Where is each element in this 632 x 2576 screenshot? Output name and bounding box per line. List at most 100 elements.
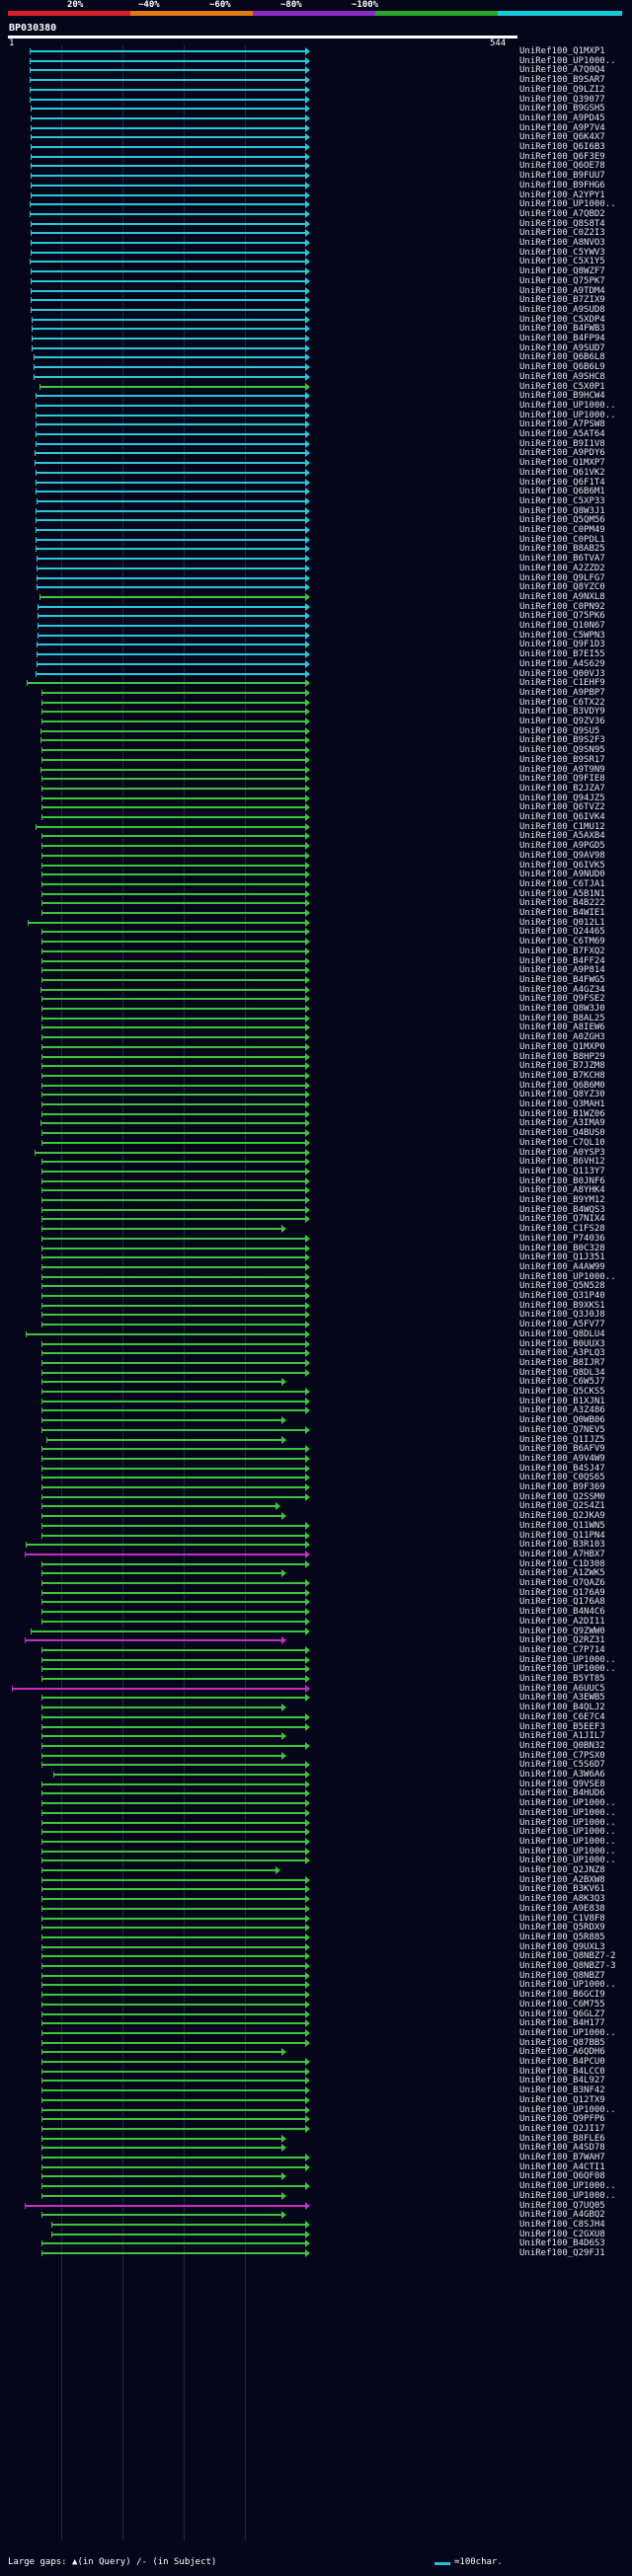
hit-label[interactable]: UniRef100_Q7UQ05 xyxy=(519,2201,605,2211)
hit-row[interactable] xyxy=(41,2095,310,2104)
hit-label[interactable]: UniRef100_Q9FSE2 xyxy=(519,994,605,1004)
hit-row[interactable] xyxy=(31,172,310,181)
hit-row[interactable] xyxy=(41,947,310,955)
hit-row[interactable] xyxy=(41,1378,286,1387)
hit-label[interactable]: UniRef100_A9T9N9 xyxy=(519,765,605,775)
hit-label[interactable]: UniRef100_B9FUU7 xyxy=(519,171,605,181)
hit-row[interactable] xyxy=(41,871,310,879)
hit-label[interactable]: UniRef100_B7KCH8 xyxy=(519,1071,605,1081)
hit-row[interactable] xyxy=(35,535,310,544)
hit-row[interactable] xyxy=(31,181,310,189)
hit-row[interactable] xyxy=(35,468,310,477)
hit-label[interactable]: UniRef100_A7Q0Q4 xyxy=(519,65,605,75)
hit-row[interactable] xyxy=(41,1091,310,1099)
hit-label[interactable]: UniRef100_C6TJA1 xyxy=(519,879,605,889)
hit-row[interactable] xyxy=(41,1751,286,1760)
hit-row[interactable] xyxy=(41,1512,286,1521)
hit-row[interactable] xyxy=(41,2115,310,2124)
hit-label[interactable]: UniRef100_A2BXW8 xyxy=(519,1875,605,1885)
hit-label[interactable]: UniRef100_A8IEW6 xyxy=(519,1023,605,1032)
hit-row[interactable] xyxy=(35,392,310,401)
hit-row[interactable] xyxy=(41,1100,310,1108)
hit-label[interactable]: UniRef100_B4B222 xyxy=(519,898,605,908)
hit-label[interactable]: UniRef100_C1V8F8 xyxy=(519,1914,605,1924)
hit-label[interactable]: UniRef100_Q1MXP0 xyxy=(519,1042,605,1052)
hit-row[interactable] xyxy=(41,1071,310,1080)
hit-label[interactable]: UniRef100_B4D6S3 xyxy=(519,2238,605,2248)
hit-label[interactable]: UniRef100_A4S629 xyxy=(519,659,605,669)
hit-row[interactable] xyxy=(41,2239,310,2248)
hit-label[interactable]: UniRef100_UP1000.. xyxy=(519,1818,616,1828)
hit-label[interactable]: UniRef100_C5S6D7 xyxy=(519,1760,605,1770)
hit-row[interactable] xyxy=(12,1684,310,1693)
hit-label[interactable]: UniRef100_C5XDP4 xyxy=(519,315,605,325)
hit-label[interactable]: UniRef100_B9S2F3 xyxy=(519,735,605,745)
hit-label[interactable]: UniRef100_Q12TX9 xyxy=(519,2095,605,2105)
hit-row[interactable] xyxy=(31,305,310,314)
hit-row[interactable] xyxy=(24,1636,286,1645)
hit-label[interactable]: UniRef100_Q8NBZ7 xyxy=(519,1971,605,1981)
hit-row[interactable] xyxy=(41,1665,310,1674)
hit-row[interactable] xyxy=(41,899,310,908)
hit-row[interactable] xyxy=(30,47,310,55)
hit-label[interactable]: UniRef100_Q31P40 xyxy=(519,1291,605,1301)
hit-row[interactable] xyxy=(41,1895,310,1904)
hit-row[interactable] xyxy=(35,439,310,448)
hit-row[interactable] xyxy=(41,1176,310,1185)
hit-label[interactable]: UniRef100_Q6F1T4 xyxy=(519,478,605,488)
hit-label[interactable]: UniRef100_UP1000.. xyxy=(519,1272,616,1282)
hit-label[interactable]: UniRef100_Q113Y7 xyxy=(519,1167,605,1176)
hit-label[interactable]: UniRef100_C8SJH4 xyxy=(519,2220,605,2230)
hit-row[interactable] xyxy=(41,1914,310,1923)
hit-label[interactable]: UniRef100_Q6B6M0 xyxy=(519,1081,605,1091)
hit-row[interactable] xyxy=(41,2211,286,2220)
hit-row[interactable] xyxy=(41,2162,310,2171)
hit-row[interactable] xyxy=(41,1741,310,1750)
hit-label[interactable]: UniRef100_B9GSH5 xyxy=(519,104,605,114)
hit-label[interactable]: UniRef100_B1WZ06 xyxy=(519,1109,605,1119)
hit-row[interactable] xyxy=(41,1406,310,1415)
hit-row[interactable] xyxy=(35,822,310,831)
hit-label[interactable]: UniRef100_UP1000.. xyxy=(519,1847,616,1856)
hit-label[interactable]: UniRef100_Q8W3J1 xyxy=(519,506,605,516)
hit-label[interactable]: UniRef100_Q6K4X7 xyxy=(519,132,605,142)
hit-label[interactable]: UniRef100_A5B1N1 xyxy=(519,889,605,899)
hit-label[interactable]: UniRef100_Q4BUS0 xyxy=(519,1128,605,1138)
hit-label[interactable]: UniRef100_A2DI11 xyxy=(519,1617,605,1627)
hit-row[interactable] xyxy=(41,1388,310,1396)
hit-label[interactable]: UniRef100_C0PDL1 xyxy=(519,535,605,545)
hit-label[interactable]: UniRef100_B1XJN1 xyxy=(519,1397,605,1406)
hit-row[interactable] xyxy=(41,1349,310,1358)
hit-label[interactable]: UniRef100_A9SHC8 xyxy=(519,372,605,382)
hit-row[interactable] xyxy=(41,1531,310,1540)
hit-label[interactable]: UniRef100_Q11WN5 xyxy=(519,1521,605,1531)
hit-row[interactable] xyxy=(31,143,310,151)
hit-label[interactable]: UniRef100_UP1000.. xyxy=(519,1664,616,1674)
hit-row[interactable] xyxy=(41,842,310,851)
hit-row[interactable] xyxy=(41,2172,286,2181)
hit-label[interactable]: UniRef100_Q6QF08 xyxy=(519,2171,605,2181)
hit-row[interactable] xyxy=(41,2086,310,2095)
hit-row[interactable] xyxy=(25,1541,310,1550)
hit-row[interactable] xyxy=(41,1042,310,1051)
hit-label[interactable]: UniRef100_Q9F1D3 xyxy=(519,640,605,649)
hit-label[interactable]: UniRef100_Q8NBZ7-2 xyxy=(519,1951,616,1961)
hit-label[interactable]: UniRef100_Q6F3E9 xyxy=(519,152,605,162)
hit-label[interactable]: UniRef100_A4AW99 xyxy=(519,1262,605,1272)
hit-label[interactable]: UniRef100_B4FF24 xyxy=(519,956,605,966)
hit-label[interactable]: UniRef100_UP1000.. xyxy=(519,1980,616,1990)
hit-label[interactable]: UniRef100_Q6B6L9 xyxy=(519,362,605,372)
hit-row[interactable] xyxy=(41,2249,310,2257)
hit-row[interactable] xyxy=(31,286,310,295)
hit-label[interactable]: UniRef100_Q6IVK5 xyxy=(519,861,605,871)
hit-label[interactable]: UniRef100_Q6B6M1 xyxy=(519,487,605,496)
hit-label[interactable]: UniRef100_A6UUC5 xyxy=(519,1684,605,1694)
hit-label[interactable]: UniRef100_UP1000.. xyxy=(519,56,616,66)
hit-row[interactable] xyxy=(41,1215,310,1224)
hit-label[interactable]: UniRef100_A9NXL8 xyxy=(519,592,605,602)
hit-label[interactable]: UniRef100_Q176A9 xyxy=(519,1588,605,1598)
hit-label[interactable]: UniRef100_B5YT85 xyxy=(519,1674,605,1684)
hit-row[interactable] xyxy=(41,966,310,975)
hit-label[interactable]: UniRef100_C5YWV3 xyxy=(519,248,605,258)
hit-row[interactable] xyxy=(41,1321,310,1329)
